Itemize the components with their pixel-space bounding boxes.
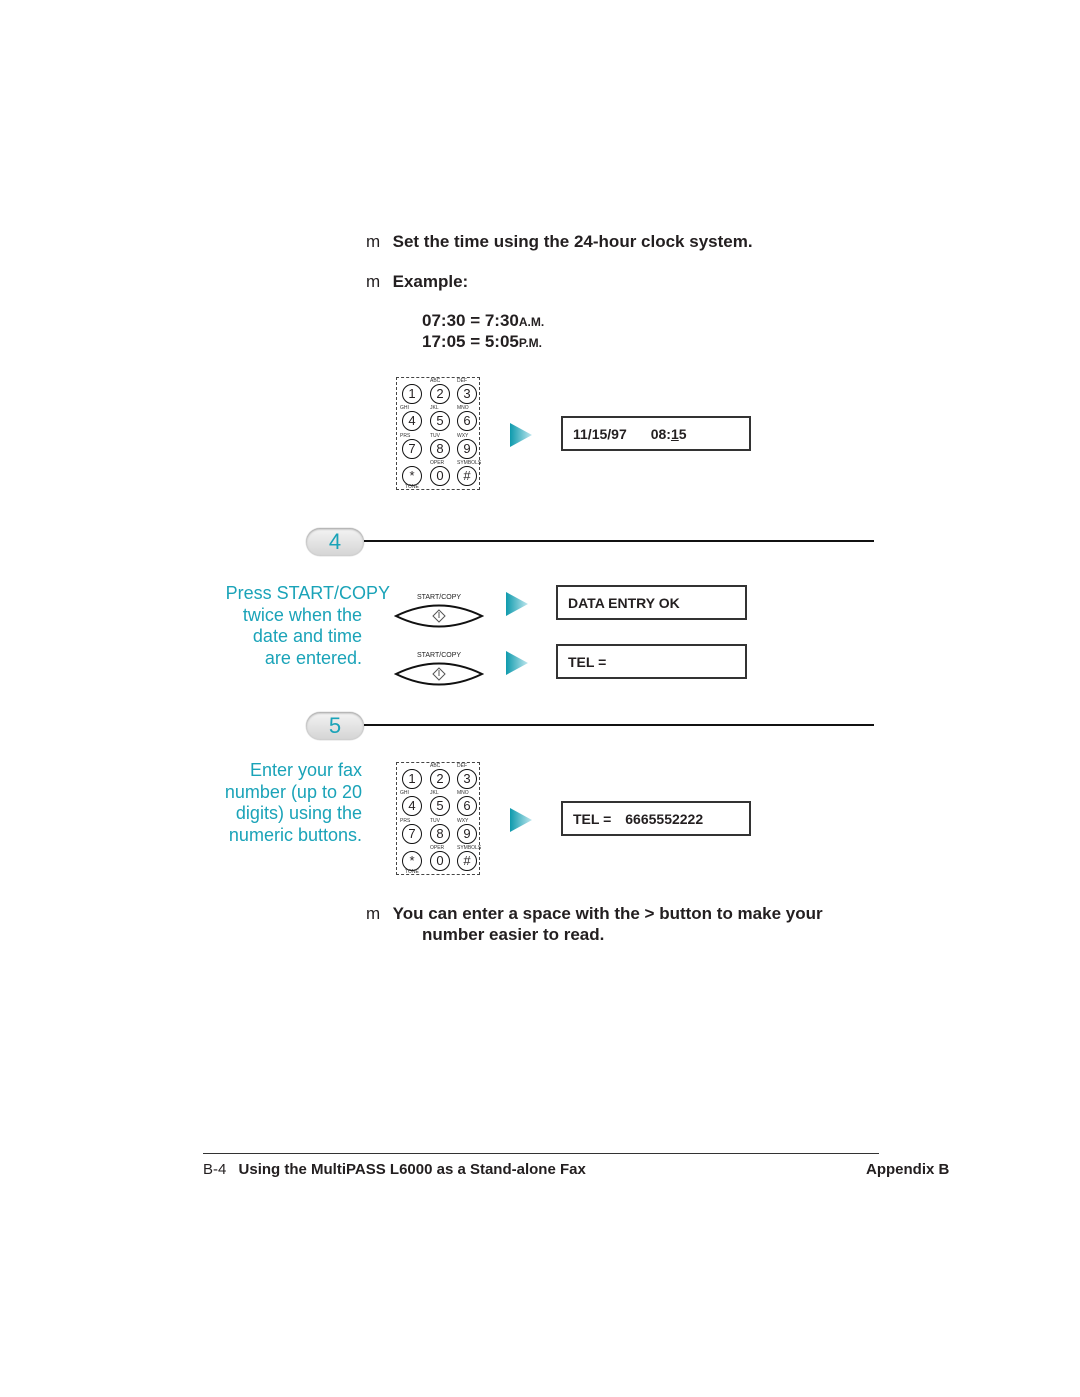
start-copy-button[interactable]: START/COPY: [393, 594, 485, 636]
footer-section: Appendix B: [866, 1161, 950, 1178]
key-0[interactable]: 0: [430, 466, 450, 486]
step-text-line: Press START/COPY: [225, 583, 390, 603]
example-am: 07:30 = 7:30A.M.: [422, 311, 545, 330]
key-5[interactable]: 5: [430, 796, 450, 816]
key-letters: PRS: [400, 818, 411, 824]
start-copy-label: START/COPY: [416, 594, 462, 601]
key-6[interactable]: 6: [457, 411, 477, 431]
instruction-space-tip: m You can enter a space with the > butto…: [366, 904, 823, 946]
instruction-example: m Example:: [366, 272, 468, 292]
start-copy-label: START/COPY: [416, 652, 462, 659]
key-2[interactable]: 2: [430, 769, 450, 789]
key-8[interactable]: 8: [430, 439, 450, 459]
step-divider: [364, 724, 874, 726]
space-tip-line: You can enter a space with the > button …: [392, 904, 823, 923]
page-number: B-4: [203, 1161, 227, 1178]
lcd-data-entry-ok: DATA ENTRY OK: [556, 585, 747, 620]
key-7[interactable]: 7: [402, 439, 422, 459]
bullet-icon: m: [366, 232, 381, 251]
key-2[interactable]: 2: [430, 384, 450, 404]
lcd-tel-value: 6665552222: [625, 810, 704, 827]
key-hash[interactable]: #: [457, 851, 477, 871]
step-text-line: number (up to 20: [224, 781, 362, 802]
step-text-line: twice when the: [242, 604, 362, 625]
step-4-text: Press START/COPY twice when the date and…: [190, 583, 390, 669]
key-8[interactable]: 8: [430, 824, 450, 844]
lcd-date-time: 11/15/97 08:15: [561, 416, 751, 451]
set-time-text: Set the time using the 24-hour clock sys…: [392, 232, 753, 251]
start-button-shape: [393, 662, 485, 686]
key-letters: GHI: [400, 790, 409, 796]
start-copy-button[interactable]: START/COPY: [393, 652, 485, 694]
key-letters: SYMBOLS: [457, 845, 482, 851]
key-4[interactable]: 4: [402, 796, 422, 816]
key-9[interactable]: 9: [457, 824, 477, 844]
example-times: 07:30 = 7:30A.M. 17:05 = 5:05P.M.: [422, 311, 544, 353]
key-0[interactable]: 0: [430, 851, 450, 871]
key-letters: JKL: [430, 790, 439, 796]
step-text-line: Enter your fax: [249, 760, 362, 780]
numeric-keypad: 1 ABC 2 DEF 3 GHI 4 JKL 5 MNO 6 PRS 7 TUV 8 WXY 9 * OPER 0 S…: [396, 377, 482, 490]
key-star[interactable]: *: [402, 851, 422, 871]
footer: B-4 Using the MultiPASS L6000 as a Stand…: [203, 1161, 586, 1178]
space-tip-line: number easier to read.: [422, 925, 605, 944]
start-button-shape: [393, 604, 485, 628]
key-letters: OPER: [430, 460, 445, 466]
lcd-date: 11/15/97: [573, 425, 627, 442]
step-divider: [364, 540, 874, 542]
key-9[interactable]: 9: [457, 439, 477, 459]
instruction-set-time: m Set the time using the 24-hour clock s…: [366, 232, 753, 252]
footer-title: Using the MultiPASS L6000 as a Stand-alo…: [238, 1161, 586, 1178]
step-text-line: digits) using the: [235, 803, 362, 823]
lcd-tel-empty: TEL =: [556, 644, 747, 679]
arrow-icon: [506, 592, 528, 616]
lcd-time: 08:15: [650, 425, 687, 442]
key-1[interactable]: 1: [402, 769, 422, 789]
arrow-icon: [506, 651, 528, 675]
key-7[interactable]: 7: [402, 824, 422, 844]
key-letters: JKL: [430, 405, 439, 411]
lcd-tel-number: TEL = 6665552222: [561, 801, 751, 836]
numeric-keypad: 1 ABC 2 DEF 3 GHI 4 JKL 5 MNO 6 PRS 7 TUV 8 WXY 9 * OPER 0 S…: [396, 762, 482, 875]
key-5[interactable]: 5: [430, 411, 450, 431]
key-letters: SYMBOLS: [457, 460, 482, 466]
step-badge: 5: [306, 712, 364, 740]
step-5-text: Enter your fax number (up to 20 digits) …: [160, 760, 362, 846]
step-text-line: date and time: [252, 626, 362, 646]
key-star[interactable]: *: [402, 466, 422, 486]
example-label: Example:: [392, 272, 469, 291]
arrow-icon: [510, 423, 532, 447]
key-4[interactable]: 4: [402, 411, 422, 431]
bullet-icon: m: [366, 904, 381, 923]
footer-divider: [203, 1153, 879, 1154]
key-letters: OPER: [430, 845, 445, 851]
bullet-icon: m: [366, 272, 381, 291]
key-6[interactable]: 6: [457, 796, 477, 816]
key-3[interactable]: 3: [457, 384, 477, 404]
key-3[interactable]: 3: [457, 769, 477, 789]
key-hash[interactable]: #: [457, 466, 477, 486]
key-letters: PRS: [400, 433, 411, 439]
tone-label: TONE: [405, 484, 419, 490]
step-text-line: are entered.: [264, 647, 362, 668]
arrow-icon: [510, 808, 532, 832]
step-badge: 4: [306, 528, 364, 556]
lcd-tel-label: TEL =: [573, 810, 612, 827]
key-letters: GHI: [400, 405, 409, 411]
key-1[interactable]: 1: [402, 384, 422, 404]
step-text-line: numeric buttons.: [228, 824, 362, 845]
tone-label: TONE: [405, 869, 419, 875]
example-pm: 17:05 = 5:05P.M.: [422, 332, 543, 351]
